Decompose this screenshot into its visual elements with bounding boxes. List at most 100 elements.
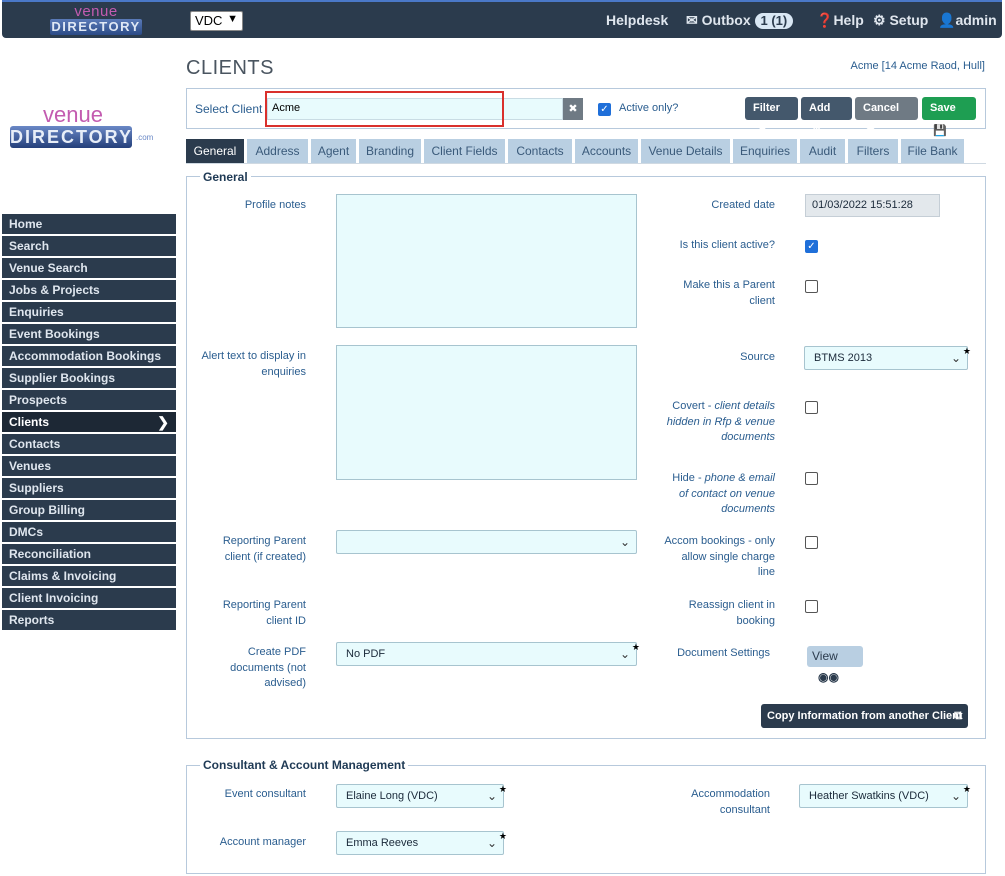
copy-information-label: Copy Information from another Client xyxy=(767,710,963,722)
tab-contacts[interactable]: Contacts xyxy=(508,139,572,163)
reporting-parent-id-label: Reporting Parent client ID xyxy=(196,598,306,629)
consultant-fieldset xyxy=(186,765,986,874)
sidebar-item-suppliers[interactable]: Suppliers xyxy=(2,478,176,498)
required-star-icon: ★ xyxy=(498,831,507,841)
sidebar-item-group-billing[interactable]: Group Billing xyxy=(2,500,176,520)
create-pdf-label: Create PDF documents (not advised) xyxy=(196,645,306,692)
sidebar-item-dmcs[interactable]: DMCs xyxy=(2,522,176,542)
user-menu[interactable]: 👤admin xyxy=(938,12,997,29)
tab-accounts[interactable]: Accounts xyxy=(575,139,638,163)
sidebar: Home Search Venue Search Jobs & Projects… xyxy=(2,214,176,632)
source-label: Source xyxy=(655,350,775,366)
accom-consultant-select[interactable]: Heather Swatkins (VDC) ⌄ ★ xyxy=(799,784,971,808)
accom-consultant-label: Accommodation consultant xyxy=(660,787,770,818)
account-manager-value: Emma Reeves xyxy=(346,837,419,849)
reporting-parent-select[interactable]: ⌄ xyxy=(336,530,637,554)
event-consultant-label: Event consultant xyxy=(196,787,306,803)
hide-checkbox[interactable] xyxy=(805,472,818,485)
hide-line-1-italic: phone & email xyxy=(704,472,775,484)
user-name: admin xyxy=(955,12,997,28)
helpdesk-link[interactable]: Helpdesk xyxy=(606,12,668,28)
sidebar-item-prospects[interactable]: Prospects xyxy=(2,390,176,410)
save-button[interactable]: Save 💾 xyxy=(922,97,976,137)
sidebar-item-event-bookings[interactable]: Event Bookings xyxy=(2,324,176,344)
page-title: CLIENTS xyxy=(186,57,274,79)
highlight-box xyxy=(265,91,504,127)
sidebar-item-home[interactable]: Home xyxy=(2,214,176,234)
header-logo[interactable]: venue DIRECTORY xyxy=(50,3,142,37)
create-pdf-select[interactable]: No PDF ⌄ ★ xyxy=(336,642,640,666)
tab-branding[interactable]: Branding xyxy=(359,139,421,163)
alert-text-line-1: Alert text to display in xyxy=(201,350,306,362)
accom-bookings-checkbox[interactable] xyxy=(805,536,818,549)
sidebar-item-venues[interactable]: Venues xyxy=(2,456,176,476)
sidebar-item-accommodation-bookings[interactable]: Accommodation Bookings xyxy=(2,346,176,366)
chevron-down-icon: ⌄ xyxy=(486,836,497,850)
header-logo-top: venue xyxy=(74,3,118,20)
consultant-legend: Consultant & Account Management xyxy=(200,758,409,772)
tab-enquiries[interactable]: Enquiries xyxy=(733,139,797,163)
sidebar-item-clients[interactable]: Clients ❯ xyxy=(2,412,176,432)
cancel-button[interactable]: Cancel ✖ xyxy=(855,97,918,137)
hide-line-3: documents xyxy=(721,503,775,515)
plus-circle-icon: ⊕ xyxy=(812,125,822,137)
sidebar-item-venue-search[interactable]: Venue Search xyxy=(2,258,176,278)
sidebar-item-claims-invoicing[interactable]: Claims & Invoicing xyxy=(2,566,176,586)
user-icon: 👤 xyxy=(938,12,956,28)
source-select[interactable]: BTMS 2013 ⌄ ★ xyxy=(804,346,971,370)
venue-directory-logo[interactable]: venue DIRECTORY .com xyxy=(10,104,153,162)
clear-client-button[interactable]: ✖ xyxy=(563,98,583,120)
sidebar-item-client-invoicing[interactable]: Client Invoicing xyxy=(2,588,176,608)
chevron-down-icon: ⌄ xyxy=(619,647,630,661)
event-consultant-select[interactable]: Elaine Long (VDC) ⌄ ★ xyxy=(336,784,507,808)
client-address: Acme [14 Acme Raod, Hull] xyxy=(850,60,985,72)
sidebar-item-reports[interactable]: Reports xyxy=(2,610,176,630)
chevron-right-icon: ❯ xyxy=(157,414,169,430)
active-only-checkbox[interactable]: ✓ xyxy=(598,103,611,116)
tab-address[interactable]: Address xyxy=(247,139,308,163)
reassign-client-checkbox[interactable] xyxy=(805,600,818,613)
covert-line-1: Covert - xyxy=(672,400,715,412)
top-bar: venue DIRECTORY VDC ▼ Helpdesk ✉ Outbox … xyxy=(2,0,1002,38)
tab-general[interactable]: General xyxy=(186,139,244,163)
reporting-parent-line-2: client (if created) xyxy=(224,550,306,563)
make-parent-checkbox[interactable] xyxy=(805,280,818,293)
is-active-label-text: Is this client active? xyxy=(679,239,775,251)
filter-icon: ▼ xyxy=(757,125,768,137)
gear-icon: ⚙ xyxy=(873,12,886,28)
sidebar-item-supplier-bookings[interactable]: Supplier Bookings xyxy=(2,368,176,388)
tab-agent[interactable]: Agent xyxy=(311,139,356,163)
sidebar-item-search[interactable]: Search xyxy=(2,236,176,256)
tab-file-bank[interactable]: File Bank xyxy=(901,139,964,163)
filter-button[interactable]: Filter ▼ xyxy=(745,97,798,137)
covert-checkbox[interactable] xyxy=(805,401,818,414)
outbox-link[interactable]: ✉ Outbox 1 (1) xyxy=(686,12,794,29)
created-date-label: Created date xyxy=(655,198,775,214)
setup-link[interactable]: ⚙ Setup xyxy=(873,12,928,29)
copy-information-button[interactable]: Copy Information from another Client ⧉ xyxy=(761,704,968,728)
is-active-checkbox[interactable]: ✓ xyxy=(805,240,818,253)
view-document-settings-button[interactable]: View ◉◉ xyxy=(807,646,863,684)
reassign-line-1: Reassign client in xyxy=(688,599,775,611)
sidebar-item-enquiries[interactable]: Enquiries xyxy=(2,302,176,322)
header-logo-bottom: DIRECTORY xyxy=(50,19,142,35)
create-pdf-line-3: advised) xyxy=(264,677,306,689)
general-legend: General xyxy=(200,170,251,184)
alert-text-textarea[interactable] xyxy=(336,345,637,480)
binoculars-icon: ◉◉ xyxy=(818,670,839,684)
profile-notes-textarea[interactable] xyxy=(336,194,637,328)
sidebar-item-jobs-projects[interactable]: Jobs & Projects xyxy=(2,280,176,300)
tab-client-fields[interactable]: Client Fields xyxy=(424,139,505,163)
logo-top: venue xyxy=(43,102,103,127)
help-link[interactable]: ❓Help xyxy=(816,12,864,29)
tab-audit[interactable]: Audit xyxy=(800,139,845,163)
sidebar-item-reconciliation[interactable]: Reconciliation xyxy=(2,544,176,564)
org-select[interactable]: VDC ▼ xyxy=(190,11,243,31)
tab-venue-details[interactable]: Venue Details xyxy=(641,139,730,163)
tab-filters[interactable]: Filters xyxy=(848,139,898,163)
sidebar-item-contacts[interactable]: Contacts xyxy=(2,434,176,454)
filter-label: Filter xyxy=(753,102,780,114)
make-parent-line-2: client xyxy=(749,294,775,307)
add-button[interactable]: Add ⊕ xyxy=(801,97,852,137)
account-manager-select[interactable]: Emma Reeves ⌄ ★ xyxy=(336,831,507,855)
